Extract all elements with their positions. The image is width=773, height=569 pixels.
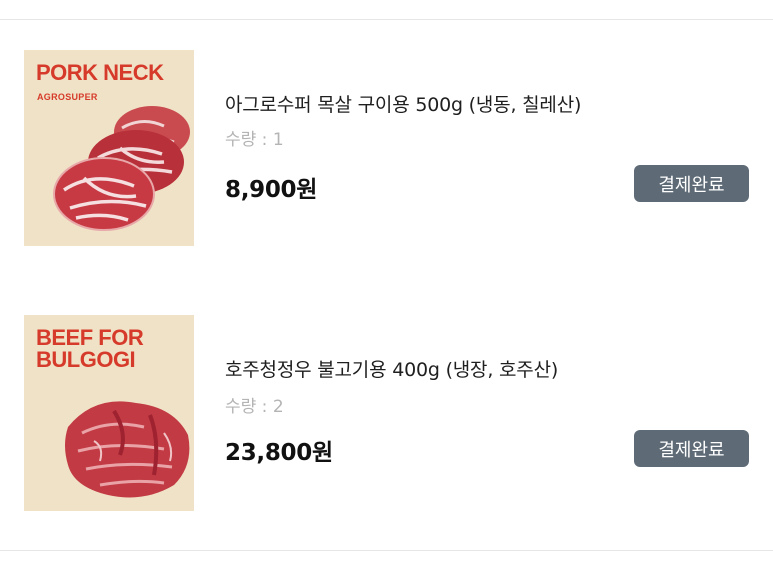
payment-complete-button[interactable]: 결제완료: [634, 165, 749, 202]
thumbnail-title: PORK NECK: [36, 60, 164, 85]
product-price: 23,800원: [225, 440, 333, 466]
product-price: 8,900원: [225, 177, 318, 203]
payment-complete-button[interactable]: 결제완료: [634, 430, 749, 467]
product-name[interactable]: 아그로수퍼 목살 구이용 500g (냉동, 칠레산): [225, 90, 581, 117]
product-thumbnail-beef-bulgogi[interactable]: BEEF FOR BULGOGI: [24, 315, 194, 511]
order-item-pork-neck[interactable]: PORK NECK AGROSUPER 아그로수퍼 목살 구이용 500g (냉…: [0, 48, 773, 248]
bottom-divider: [0, 550, 773, 551]
thumbnail-subtitle: AGROSUPER: [37, 92, 98, 102]
product-quantity: 수량 : 2: [225, 397, 284, 417]
product-quantity: 수량 : 1: [225, 130, 284, 150]
product-name[interactable]: 호주청정우 불고기용 400g (냉장, 호주산): [225, 355, 558, 382]
product-thumbnail-pork-neck[interactable]: PORK NECK AGROSUPER: [24, 50, 194, 246]
thumbnail-title: BEEF FOR BULGOGI: [36, 325, 144, 372]
top-divider: [0, 19, 773, 20]
order-item-beef-bulgogi[interactable]: BEEF FOR BULGOGI 호주청정우 불고기용 400g (냉장, 호주…: [0, 313, 773, 513]
